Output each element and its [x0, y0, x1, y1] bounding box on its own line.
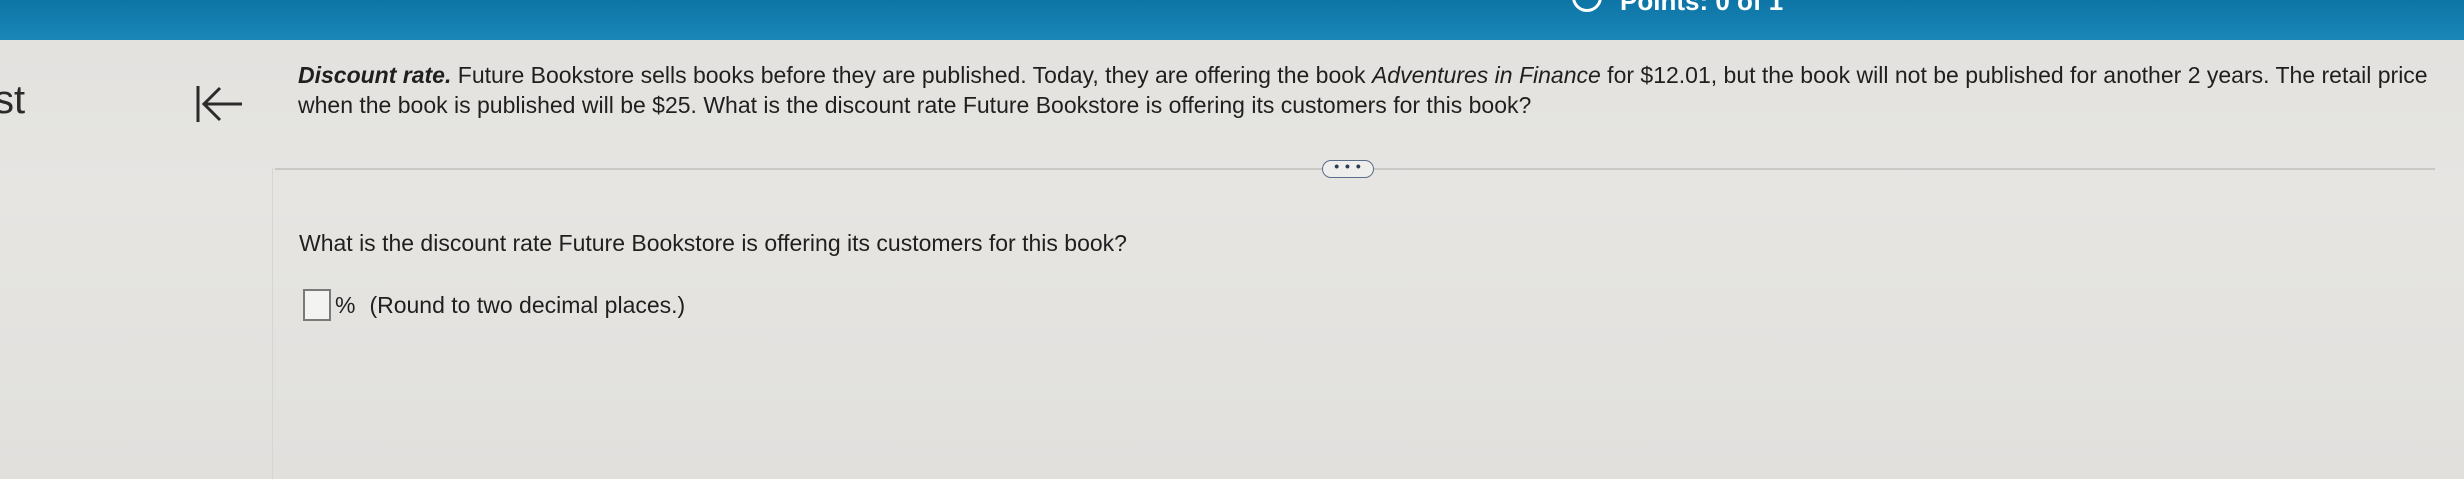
answer-unit: %	[335, 291, 356, 318]
problem-statement: Discount rate. Future Bookstore sells bo…	[298, 60, 2438, 120]
sub-question: What is the discount rate Future Booksto…	[299, 230, 1127, 256]
left-panel-cut-text: st	[0, 78, 26, 122]
problem-text-part1: Future Bookstore sells books before they…	[451, 62, 1372, 88]
more-options-button[interactable]: • • •	[1322, 158, 1374, 178]
top-bar: Points: 0 of 1	[0, 0, 2464, 40]
points-progress-icon	[1572, 0, 1602, 12]
answer-hint: (Round to two decimal places.)	[369, 291, 686, 318]
book-title: Adventures in Finance	[1371, 62, 1601, 88]
more-options-icon: • • •	[1334, 158, 1362, 174]
problem-title: Discount rate.	[298, 62, 452, 88]
answer-row: % (Round to two decimal places.)	[303, 285, 685, 325]
points-label: Points: 0 of 1	[1620, 0, 1784, 16]
answer-input[interactable]	[303, 289, 331, 321]
panel-divider	[272, 168, 273, 479]
back-to-start-icon[interactable]	[192, 82, 246, 126]
page: Points: 0 of 1 st Discount rate. Future …	[0, 0, 2464, 479]
